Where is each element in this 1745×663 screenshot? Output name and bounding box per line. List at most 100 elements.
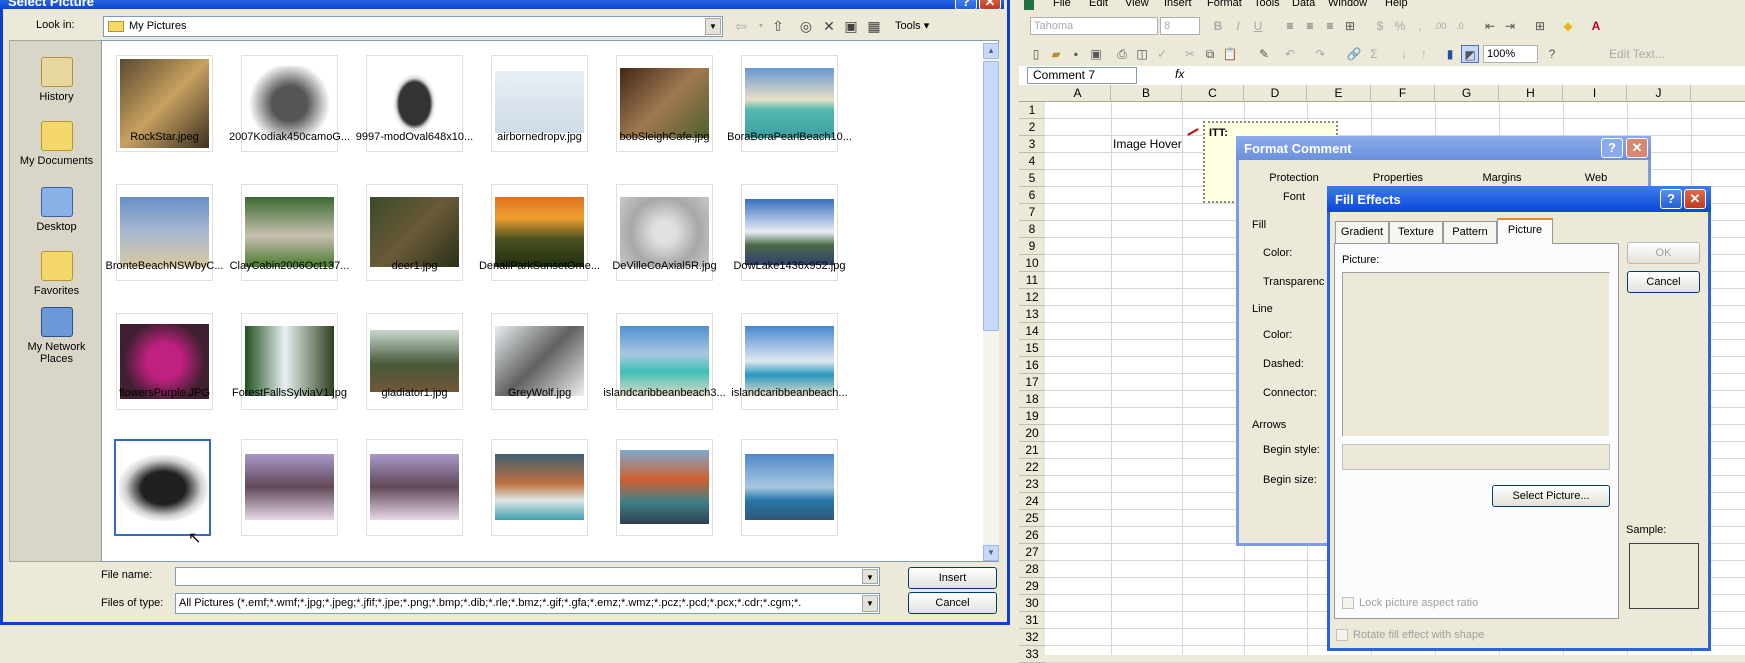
file-thumb[interactable] (616, 439, 713, 536)
file-thumb[interactable] (366, 439, 463, 536)
lookin-combo[interactable]: My Pictures ▼ (103, 16, 723, 37)
search-web-icon[interactable]: ◎ (795, 16, 817, 37)
close-button[interactable]: ✕ (979, 0, 1001, 10)
row-header[interactable]: 10 (1019, 255, 1045, 272)
drawing-icon[interactable]: ◩ (1461, 45, 1479, 63)
row-header[interactable]: 17 (1019, 374, 1045, 391)
row-header[interactable]: 20 (1019, 425, 1045, 442)
views-icon[interactable]: ▦ (863, 16, 885, 37)
cell-b3[interactable]: Image Hover (1113, 137, 1182, 151)
font-color-icon[interactable]: A (1587, 17, 1605, 35)
column-header[interactable]: F (1371, 85, 1435, 102)
close-button[interactable]: ✕ (1626, 138, 1648, 158)
font-name-combo[interactable]: Tahoma (1030, 17, 1158, 35)
scroll-up-icon[interactable]: ▲ (983, 43, 999, 59)
file-name[interactable]: gladiator1.jpg (352, 387, 477, 399)
help-button[interactable]: ? (955, 0, 977, 10)
tools-menu[interactable]: Tools ▾ (895, 19, 929, 32)
file-name[interactable]: islandcaribbeanbeach... (727, 387, 852, 399)
row-header[interactable]: 19 (1019, 408, 1045, 425)
cancel-button[interactable]: Cancel (1627, 271, 1700, 293)
fx-icon[interactable]: fx (1175, 67, 1184, 81)
sort-ascending-icon[interactable]: ↓ (1395, 45, 1413, 63)
row-header[interactable]: 11 (1019, 272, 1045, 289)
cut-icon[interactable]: ✂ (1181, 45, 1199, 63)
row-header[interactable]: 31 (1019, 612, 1045, 629)
row-header[interactable]: 1 (1019, 102, 1045, 119)
indent-decrease-icon[interactable]: ⇤ (1481, 17, 1499, 35)
file-name[interactable]: airbornedropv.jpg (477, 131, 602, 143)
align-center-icon[interactable]: ≡ (1301, 17, 1319, 35)
menu-insert[interactable]: Insert (1164, 0, 1192, 9)
row-header[interactable]: 22 (1019, 459, 1045, 476)
borders-icon[interactable]: ⊞ (1531, 17, 1549, 35)
row-header[interactable]: 28 (1019, 561, 1045, 578)
file-name[interactable]: islandcaribbeanbeach3... (602, 387, 727, 399)
menu-view[interactable]: View (1125, 0, 1149, 9)
row-header[interactable]: 2 (1019, 119, 1045, 136)
comma-icon[interactable]: , (1411, 17, 1429, 35)
row-header[interactable]: 30 (1019, 595, 1045, 612)
row-header[interactable]: 16 (1019, 357, 1045, 374)
column-header[interactable]: H (1499, 85, 1563, 102)
tab-pattern[interactable]: Pattern (1443, 221, 1497, 243)
tab-picture[interactable]: Picture (1497, 218, 1553, 244)
chevron-down-icon[interactable]: ▼ (862, 569, 878, 584)
currency-icon[interactable]: $ (1371, 17, 1389, 35)
row-header[interactable]: 26 (1019, 527, 1045, 544)
file-name[interactable]: ForestFallsSylviaV1.jpg (227, 387, 352, 399)
zoom-combo[interactable]: 100% (1483, 45, 1538, 63)
percent-icon[interactable]: % (1391, 17, 1409, 35)
row-header[interactable]: 13 (1019, 306, 1045, 323)
file-name[interactable]: bobSleighCafe.jpg (602, 131, 727, 143)
copy-icon[interactable]: ⧉ (1201, 45, 1219, 63)
rotate-fill-checkbox[interactable] (1336, 629, 1348, 641)
redo-icon[interactable]: ↷ (1311, 45, 1329, 63)
print-icon[interactable]: ⎙ (1113, 45, 1131, 63)
new-folder-icon[interactable]: ▣ (840, 16, 862, 37)
undo-icon[interactable]: ↶ (1281, 45, 1299, 63)
edit-text-button[interactable]: Edit Text... (1609, 47, 1665, 61)
scroll-down-icon[interactable]: ▼ (983, 545, 999, 561)
row-header[interactable]: 7 (1019, 204, 1045, 221)
spelling-icon[interactable]: ✓ (1153, 45, 1171, 63)
row-header[interactable]: 18 (1019, 391, 1045, 408)
hyperlink-icon[interactable]: 🔗 (1345, 45, 1363, 63)
place-network[interactable]: My Network Places (10, 307, 103, 365)
help-button[interactable]: ? (1601, 138, 1623, 158)
file-name[interactable]: 2007Kodiak450camoG... (227, 131, 352, 143)
row-header[interactable]: 21 (1019, 442, 1045, 459)
insert-button[interactable]: Insert (908, 567, 997, 589)
align-right-icon[interactable]: ≡ (1321, 17, 1339, 35)
column-header[interactable]: I (1563, 85, 1627, 102)
file-thumb-selected[interactable] (114, 439, 211, 536)
row-header[interactable]: 5 (1019, 170, 1045, 187)
file-name[interactable]: 9997-modOval648x10... (352, 131, 477, 143)
file-name[interactable]: DenaliParkSunsetOme... (477, 260, 602, 272)
chart-wizard-icon[interactable]: ▮ (1441, 45, 1459, 63)
row-header[interactable]: 14 (1019, 323, 1045, 340)
row-header[interactable]: 23 (1019, 476, 1045, 493)
menu-format[interactable]: Format (1207, 0, 1242, 9)
file-name[interactable]: deer1.jpg (352, 260, 477, 272)
tab-texture[interactable]: Texture (1389, 221, 1443, 243)
underline-icon[interactable]: U (1249, 17, 1267, 35)
tab-gradient[interactable]: Gradient (1335, 221, 1389, 243)
fill-color-icon[interactable]: ◆ (1559, 17, 1577, 35)
file-thumb[interactable] (241, 439, 338, 536)
autosum-icon[interactable]: Σ (1365, 45, 1383, 63)
row-header[interactable]: 8 (1019, 221, 1045, 238)
help-icon[interactable]: ? (1543, 45, 1561, 63)
row-header[interactable]: 15 (1019, 340, 1045, 357)
row-header[interactable]: 9 (1019, 238, 1045, 255)
row-header[interactable]: 24 (1019, 493, 1045, 510)
menu-data[interactable]: Data (1292, 0, 1315, 9)
place-favorites[interactable]: Favorites (10, 251, 103, 297)
font-size-combo[interactable]: 8 (1160, 17, 1200, 35)
indent-increase-icon[interactable]: ⇥ (1501, 17, 1519, 35)
row-header[interactable]: 25 (1019, 510, 1045, 527)
file-name[interactable]: BronteBeachNSWbyC... (102, 260, 227, 272)
name-box[interactable]: Comment 7 (1027, 67, 1137, 84)
print-preview-icon[interactable]: ◫ (1133, 45, 1151, 63)
help-button[interactable]: ? (1660, 189, 1682, 209)
